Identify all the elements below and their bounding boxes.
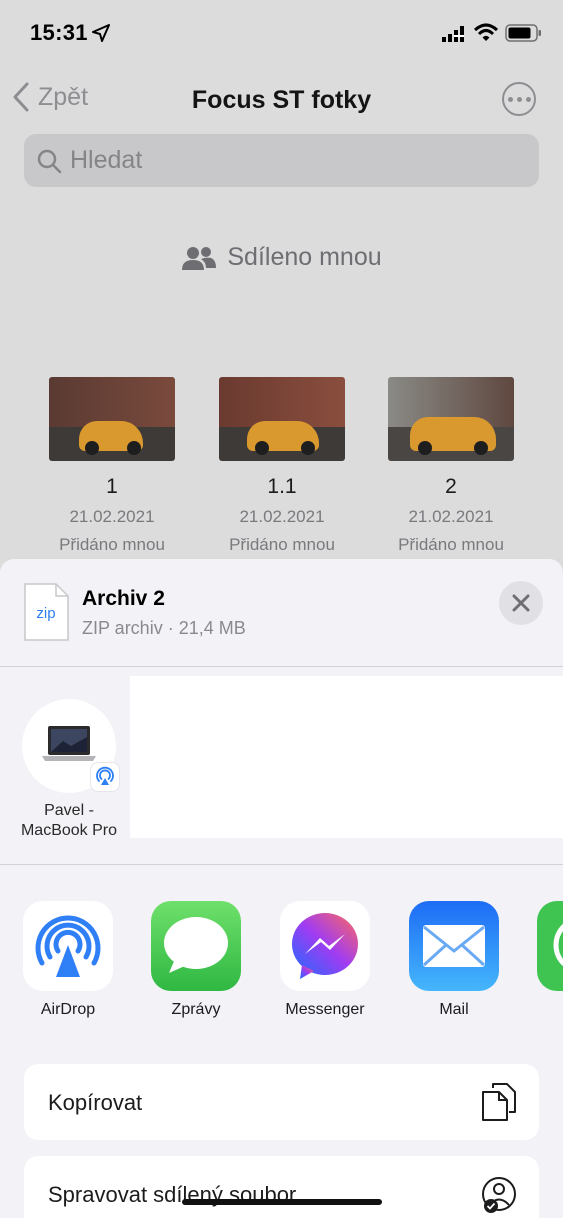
share-file-title: Archiv 2 <box>82 587 165 610</box>
zip-file-icon-text: zip <box>36 605 55 622</box>
share-sheet-header: zip Archiv 2 ZIP archiv · 21,4 MB <box>0 559 563 667</box>
file-added-by: Přidáno mnou <box>398 535 504 554</box>
file-date: 21.02.2021 <box>239 507 325 526</box>
airdrop-suggestions: Pavel - MacBook Pro <box>0 667 563 865</box>
app-messages[interactable]: Zprávy <box>141 901 251 1019</box>
file-date: 21.02.2021 <box>408 507 494 526</box>
share-sheet: zip Archiv 2 ZIP archiv · 21,4 MB Pavel … <box>0 559 563 1218</box>
photo-thumbnail <box>219 377 345 461</box>
ellipsis-dot <box>525 96 531 102</box>
navigation-bar: Zpět Focus ST fotky <box>0 72 563 128</box>
airdrop-app-icon-tile <box>23 901 113 991</box>
cellular-signal-icon <box>442 26 464 42</box>
manage-shared-file-action[interactable]: Spravovat sdílený soubor <box>24 1156 539 1218</box>
device-name: Pavel - MacBook Pro <box>0 801 138 841</box>
app-whatsapp[interactable]: Wh <box>527 901 563 1019</box>
copy-action[interactable]: Kopírovat <box>24 1064 539 1140</box>
file-name: 1.1 <box>267 475 297 498</box>
airdrop-icon <box>96 766 114 785</box>
file-item[interactable]: 2 21.02.2021 Přidáno mnou <box>366 377 536 555</box>
device-avatar <box>22 699 119 793</box>
shared-by-me-header: Sdíleno mnou <box>0 243 563 272</box>
wifi-icon <box>474 23 498 41</box>
file-item[interactable]: 1 21.02.2021 Přidáno mnou <box>27 377 197 555</box>
messages-app-icon-tile <box>151 901 241 991</box>
mail-app-icon-tile <box>409 901 499 991</box>
app-label: Wh <box>527 1001 563 1019</box>
app-label: Messenger <box>285 1001 365 1018</box>
search-field[interactable]: Hledat <box>24 134 539 187</box>
ellipsis-dot <box>507 96 513 102</box>
app-label: Zprávy <box>171 1001 221 1018</box>
airdrop-suggestions-area <box>130 676 563 838</box>
messages-icon <box>151 901 241 991</box>
people-icon <box>182 246 217 270</box>
zip-file-icon: zip <box>24 583 69 641</box>
file-added-by: Přidáno mnou <box>59 535 165 554</box>
photo-thumbnail <box>388 377 514 461</box>
messenger-app-icon-tile <box>280 901 370 991</box>
messenger-icon <box>280 901 370 991</box>
app-mail[interactable]: Mail <box>399 901 509 1019</box>
shared-label: Sdíleno mnou <box>227 243 382 271</box>
manage-shared-icon <box>482 1177 516 1213</box>
home-indicator[interactable] <box>182 1199 382 1205</box>
location-arrow-icon <box>92 24 110 42</box>
whatsapp-icon <box>537 901 563 991</box>
app-label: AirDrop <box>40 1001 96 1018</box>
action-label: Kopírovat <box>48 1090 143 1115</box>
airdrop-device-macbook[interactable]: Pavel - MacBook Pro <box>0 699 138 841</box>
airdrop-icon <box>23 901 113 991</box>
status-time: 15:31 <box>30 20 88 45</box>
battery-icon <box>505 24 541 42</box>
more-options-button[interactable] <box>502 82 536 116</box>
status-bar: 15:31 <box>0 0 563 62</box>
file-item[interactable]: 1.1 21.02.2021 Přidáno mnou <box>197 377 367 555</box>
file-added-by: Přidáno mnou <box>229 535 335 554</box>
share-apps-row: AirDrop Zprávy Messenger Mail <box>0 901 563 1031</box>
app-airdrop[interactable]: AirDrop <box>13 901 123 1019</box>
file-name: 2 <box>445 475 457 498</box>
app-messenger[interactable]: Messenger <box>270 901 380 1019</box>
search-placeholder: Hledat <box>70 146 143 174</box>
photo-thumbnail <box>49 377 175 461</box>
mail-icon <box>409 901 499 991</box>
file-date: 21.02.2021 <box>69 507 155 526</box>
whatsapp-app-icon-tile <box>537 901 563 991</box>
app-label: Mail <box>439 1001 469 1018</box>
device-name-line2: MacBook Pro <box>20 822 118 839</box>
share-file-subtitle: ZIP archiv · 21,4 MB <box>82 618 246 638</box>
close-icon <box>512 594 530 612</box>
copy-icon <box>482 1083 516 1121</box>
macbook-icon <box>42 726 96 761</box>
ellipsis-dot <box>516 96 522 102</box>
airdrop-badge <box>91 763 119 791</box>
page-title: Focus ST fotky <box>191 86 372 114</box>
close-button[interactable] <box>499 581 543 625</box>
file-name: 1 <box>106 475 118 498</box>
search-icon <box>37 149 62 173</box>
device-name-line1: Pavel - <box>44 802 94 819</box>
